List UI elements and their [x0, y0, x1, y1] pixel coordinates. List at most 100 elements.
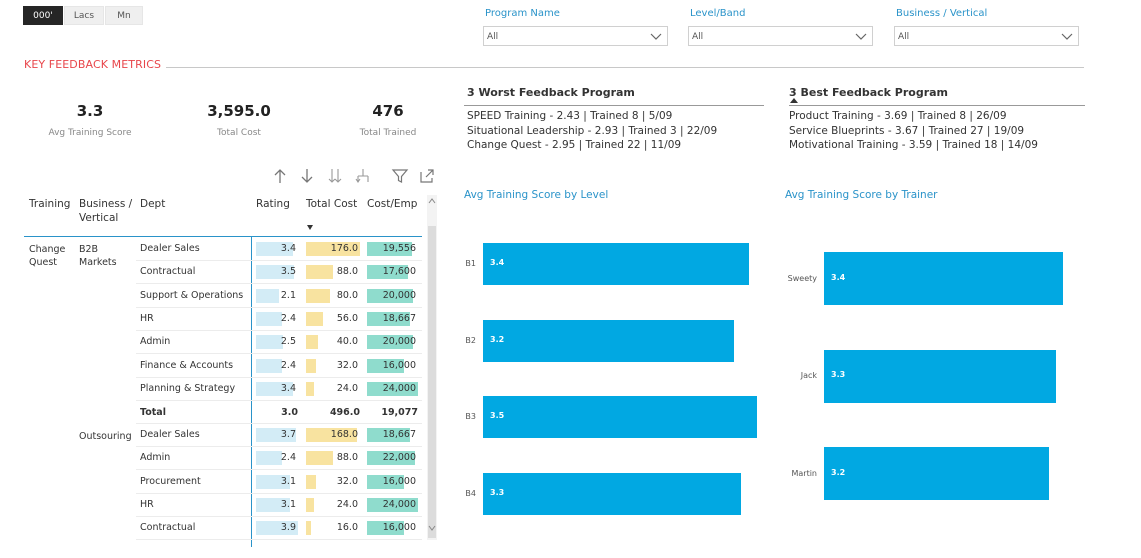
row-divider	[136, 306, 422, 308]
bar-sweety[interactable]	[824, 252, 1063, 305]
unit-mn-button[interactable]: Mn	[105, 6, 143, 25]
data-bar-total-cost	[306, 497, 314, 512]
table-value-total-cost: 24.0	[336, 382, 358, 394]
col-header-business-l1[interactable]: Business /	[79, 198, 132, 210]
data-label: 3.2	[831, 467, 846, 477]
bar-jack[interactable]	[824, 349, 1056, 403]
business-vertical-dropdown[interactable]: All	[894, 26, 1079, 46]
category-label: B1	[465, 259, 476, 268]
best-feedback-list: Product Training - 3.69 | Trained 8 | 26…	[789, 109, 1038, 153]
table-cell-cost-emp: 19,556	[367, 240, 418, 258]
business-name-line1: B2B	[79, 244, 99, 255]
data-bar-rating	[256, 288, 279, 303]
row-divider	[136, 446, 422, 447]
best-feedback-title: 3 Best Feedback Program	[789, 86, 949, 99]
table-cell-cost-emp: 24,000	[367, 380, 418, 398]
chevron-down-icon	[650, 33, 662, 40]
table-value-total-cost: 80.0	[336, 289, 358, 301]
col-header-cost-emp[interactable]: Cost/Emp	[367, 198, 417, 210]
table-row-dept: Admin	[140, 452, 171, 464]
kpi-total-cost-label: Total Cost	[217, 128, 261, 138]
kpi-total-trained-label: Total Trained	[359, 128, 417, 138]
table-cell-total-cost: 32.0	[306, 357, 360, 375]
table-value-cost-emp: 17,600	[382, 266, 416, 278]
table-cell-cost-emp: 22,000	[367, 449, 418, 467]
double-arrow-down-icon[interactable]	[326, 167, 344, 185]
worst-feedback-item: Change Quest - 2.95 | Trained 22 | 11/09	[467, 139, 682, 151]
total-cost-emp: 19,077	[381, 407, 418, 418]
table-cell-cost-emp: 16,000	[367, 357, 418, 375]
data-bar-total-cost	[306, 451, 333, 466]
data-bar-total-cost	[306, 311, 324, 326]
table-value-cost-emp: 16,000	[382, 475, 416, 487]
table-cell-total-cost: 40.0	[306, 333, 360, 351]
category-label: Sweety	[787, 273, 817, 283]
table-value-rating: 2.5	[280, 336, 296, 348]
table-cell-total-cost: 24.0	[306, 380, 360, 398]
table-value-rating: 3.5	[280, 266, 296, 278]
scroll-up-icon[interactable]	[428, 196, 436, 206]
unit-thousands-button[interactable]: 000'	[23, 6, 63, 25]
table-row-dept: Dealer Sales	[140, 429, 200, 440]
table-cell-total-cost: 16.0	[306, 519, 360, 537]
table-cell-cost-emp: 16,000	[367, 519, 418, 537]
category-label: B2	[465, 335, 476, 345]
unit-lacs-button[interactable]: Lacs	[64, 6, 104, 25]
table-value-cost-emp: 24,000	[382, 498, 416, 510]
table-cell-rating: 3.1	[256, 473, 298, 491]
filter-icon[interactable]	[391, 167, 409, 185]
table-row-dept: Support & Operations	[140, 289, 244, 301]
bar-martin[interactable]	[824, 447, 1049, 500]
bar-b2[interactable]	[483, 319, 734, 362]
scroll-down-icon[interactable]	[428, 523, 436, 533]
table-value-total-cost: 56.0	[336, 312, 358, 324]
bar-b1[interactable]	[483, 243, 750, 285]
row-divider	[136, 469, 422, 471]
col-header-business-l2[interactable]: Vertical	[79, 212, 118, 224]
data-bar-total-cost	[306, 521, 311, 536]
expand-hierarchy-icon[interactable]	[354, 167, 372, 185]
focus-mode-icon[interactable]	[418, 167, 436, 185]
table-value-total-cost: 24.0	[336, 498, 358, 510]
table-cell-total-cost: 88.0	[306, 449, 360, 467]
col-header-rating[interactable]: Rating	[256, 198, 290, 210]
worst-feedback-list: SPEED Training - 2.43 | Trained 8 | 5/09…	[467, 109, 717, 153]
table-value-rating: 3.4	[280, 382, 296, 394]
row-divider	[136, 539, 422, 541]
category-label: Martin	[791, 468, 817, 478]
table-value-total-cost: 176.0	[330, 243, 358, 254]
total-cost: 496.0	[329, 407, 360, 418]
table-value-cost-emp: 18,667	[382, 312, 416, 324]
program-name-value: All	[487, 32, 499, 42]
row-divider	[136, 492, 422, 494]
table-cell-rating: 3.1	[256, 496, 298, 514]
data-label: 3.4	[490, 258, 505, 267]
data-label: 3.5	[490, 411, 505, 420]
table-cell-rating: 2.4	[256, 310, 298, 328]
arrow-down-icon[interactable]	[298, 167, 316, 185]
table-row-dept: Admin	[140, 336, 171, 348]
bar-b4[interactable]	[483, 472, 742, 515]
table-cell-total-cost: 80.0	[306, 287, 360, 305]
col-header-total-cost[interactable]: Total Cost	[306, 198, 357, 210]
worst-feedback-divider	[464, 105, 764, 106]
col-header-training[interactable]: Training	[29, 198, 70, 210]
bar-b3[interactable]	[483, 396, 757, 438]
program-name-dropdown[interactable]: All	[483, 26, 668, 46]
table-value-cost-emp: 16,000	[382, 522, 416, 534]
chevron-down-icon	[1061, 33, 1073, 40]
data-label: 3.3	[490, 487, 505, 497]
sort-ascending-icon[interactable]	[790, 98, 798, 103]
table-cell-total-cost: 56.0	[306, 310, 360, 328]
header-divider	[24, 236, 422, 237]
col-header-dept[interactable]: Dept	[140, 198, 165, 210]
table-cell-total-cost: 176.0	[306, 240, 360, 258]
table-cell-rating: 3.4	[256, 380, 298, 398]
level-band-dropdown[interactable]: All	[688, 26, 873, 46]
table-value-cost-emp: 16,000	[382, 359, 416, 371]
table-row-dept: HR	[140, 312, 154, 324]
table-value-rating: 3.1	[280, 475, 296, 487]
table-row-dept: HR	[140, 498, 154, 510]
table-row-dept: Finance & Accounts	[140, 359, 234, 371]
arrow-up-icon[interactable]	[271, 167, 289, 185]
